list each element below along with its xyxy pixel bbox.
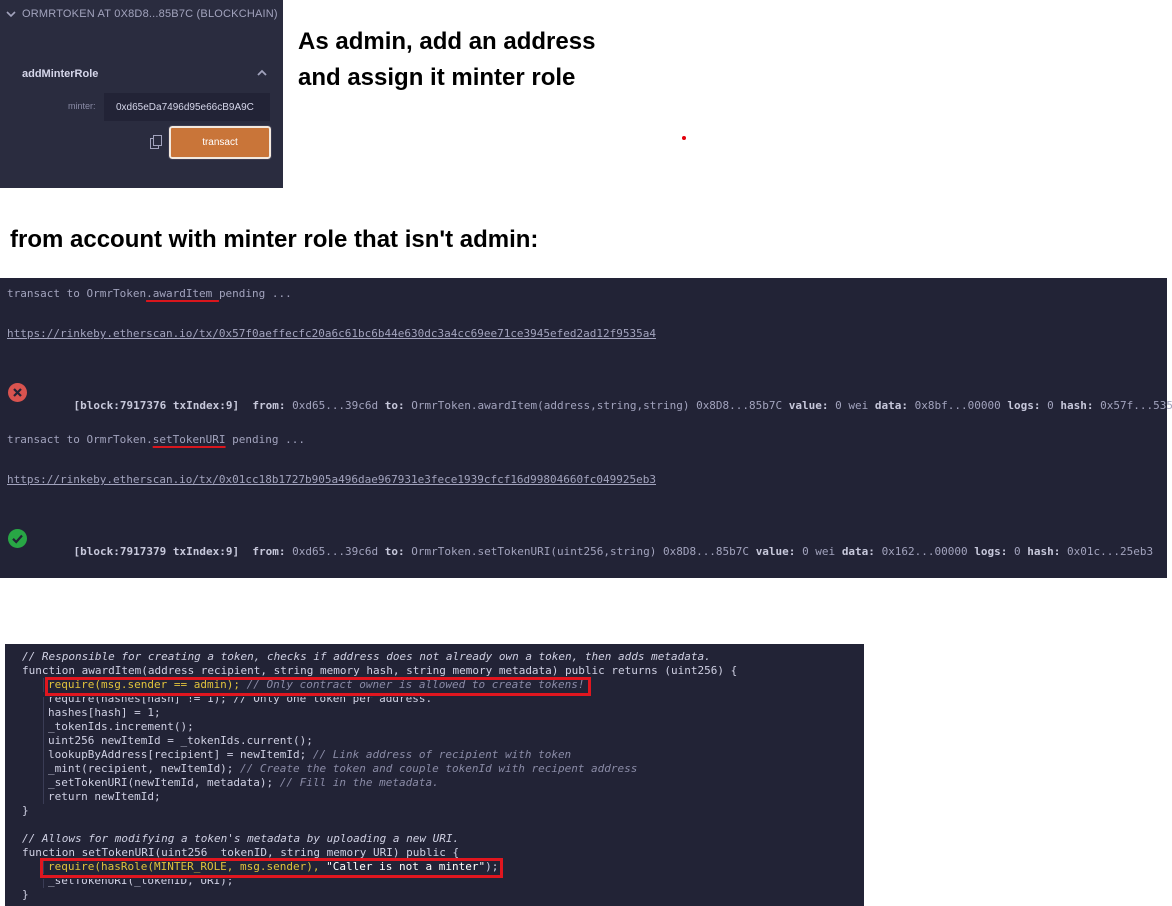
tx-log-settokenuri[interactable]: [block:7917379 txIndex:9] from: 0xd65...…: [47, 532, 1154, 571]
code-line: _setTokenURI(newItemId, metadata); // Fi…: [43, 776, 439, 790]
tx-from-label: from:: [252, 399, 286, 412]
tx-logs-label: logs:: [974, 545, 1008, 558]
pending-prefix: transact to OrmrToken.: [7, 433, 153, 446]
code-statement: lookupByAddress[recipient] = newItemId;: [48, 748, 307, 761]
solidity-code-editor[interactable]: // Responsible for creating a token, che…: [5, 644, 864, 906]
highlight-box-admin-check: [45, 677, 591, 696]
tx-logs: 0: [1047, 399, 1054, 412]
pending-suffix: pending ...: [218, 287, 292, 300]
tx-value: 0 wei: [835, 399, 869, 412]
tx-to: OrmrToken.setTokenURI(uint256,string) 0x…: [411, 545, 750, 558]
tx-value-label: value:: [755, 545, 796, 558]
tx-from-label: from:: [252, 545, 286, 558]
chevron-up-icon[interactable]: [256, 68, 268, 78]
remix-deploy-panel: ORMRTOKEN AT 0X8D8...85B7C (BLOCKCHAIN) …: [0, 0, 283, 188]
tx-data-label: data:: [841, 545, 875, 558]
tx-data: 0x162...00000: [881, 545, 968, 558]
pending-line-settokenuri: transact to OrmrToken.setTokenURI pendin…: [7, 433, 305, 446]
minter-param-label: minter:: [68, 101, 96, 111]
tx-data: 0x8bf...00000: [914, 399, 1001, 412]
remix-terminal: transact to OrmrToken.awardItem pending …: [0, 278, 1172, 578]
code-comment: // Link address of recipient with token: [306, 748, 572, 761]
tx-from: 0xd65...39c6d: [292, 545, 379, 558]
code-line: return newItemId;: [43, 790, 161, 804]
copy-icon[interactable]: [150, 135, 163, 149]
etherscan-link-settokenuri[interactable]: https://rinkeby.etherscan.io/tx/0x01cc18…: [7, 473, 656, 486]
code-line: }: [22, 888, 29, 901]
code-comment: // Fill in the metadata.: [273, 776, 439, 789]
code-comment: // Responsible for creating a token, che…: [22, 650, 711, 663]
success-check-icon: [8, 529, 27, 548]
tx-hash-label: hash:: [1060, 399, 1094, 412]
code-line: _mint(recipient, newItemId); // Create t…: [43, 762, 637, 776]
chevron-down-icon[interactable]: [6, 9, 16, 19]
pending-method-award: .awardItem: [146, 287, 219, 300]
code-line: _tokenIds.increment();: [43, 720, 194, 734]
tx-to-label: to:: [384, 545, 405, 558]
code-line: }: [22, 804, 29, 817]
pending-prefix: transact to OrmrToken: [7, 287, 147, 300]
tx-block: [block:7917376 txIndex:9]: [73, 399, 240, 412]
tx-logs: 0: [1014, 545, 1021, 558]
tx-log-award[interactable]: [block:7917376 txIndex:9] from: 0xd65...…: [47, 386, 1172, 425]
pending-method-settokenuri: setTokenURI: [152, 433, 226, 446]
error-circle-icon: [8, 383, 27, 402]
tx-block: [block:7917379 txIndex:9]: [73, 545, 240, 558]
tx-hash: 0x01c...25eb3: [1067, 545, 1154, 558]
etherscan-link-row: https://rinkeby.etherscan.io/tx/0x57f0ae…: [7, 327, 656, 340]
code-line: uint256 newItemId = _tokenIds.current();: [43, 734, 313, 748]
pending-suffix: pending ...: [225, 433, 306, 446]
code-comment: // Create the token and couple tokenId w…: [233, 762, 638, 775]
highlight-box-minter-check: [40, 858, 503, 878]
tx-to: OrmrToken.awardItem(address,string,strin…: [411, 399, 783, 412]
annotation-heading-minter: from account with minter role that isn't…: [10, 226, 539, 253]
code-comment: // Allows for modifying a token's metada…: [22, 832, 460, 845]
code-statement: _mint(recipient, newItemId);: [48, 762, 234, 775]
code-line-award-signature: function awardItem(address recipient, st…: [22, 664, 738, 677]
function-name: addMinterRole: [22, 68, 99, 80]
tx-from: 0xd65...39c6d: [292, 399, 379, 412]
tx-value: 0 wei: [802, 545, 836, 558]
etherscan-link-award[interactable]: https://rinkeby.etherscan.io/tx/0x57f0ae…: [7, 327, 656, 340]
code-line: lookupByAddress[recipient] = newItemId; …: [43, 748, 571, 762]
code-line: hashes[hash] = 1;: [43, 706, 161, 720]
tx-logs-label: logs:: [1007, 399, 1041, 412]
code-statement: _setTokenURI(newItemId, metadata);: [48, 776, 274, 789]
contract-instance-title: ORMRTOKEN AT 0X8D8...85B7C (BLOCKCHAIN): [22, 8, 278, 20]
transact-button[interactable]: transact: [168, 125, 272, 160]
pending-line-award: transact to OrmrToken.awardItem pending …: [7, 287, 292, 300]
contract-instance-header[interactable]: ORMRTOKEN AT 0X8D8...85B7C (BLOCKCHAIN): [6, 6, 278, 22]
tx-hash-label: hash:: [1027, 545, 1061, 558]
tx-data-label: data:: [874, 399, 909, 412]
etherscan-link-row: https://rinkeby.etherscan.io/tx/0x01cc18…: [7, 473, 656, 486]
tx-value-label: value:: [788, 399, 829, 412]
annotation-line-1: As admin, add an address: [298, 28, 596, 55]
annotation-line-2: and assign it minter role: [298, 64, 576, 91]
tx-to-label: to:: [384, 399, 405, 412]
tx-hash: 0x57f...535a4: [1100, 399, 1172, 412]
minter-address-input[interactable]: [104, 93, 270, 121]
red-dot-mark: [682, 136, 686, 140]
annotation-heading-admin: As admin, add an address and assign it m…: [298, 24, 595, 96]
